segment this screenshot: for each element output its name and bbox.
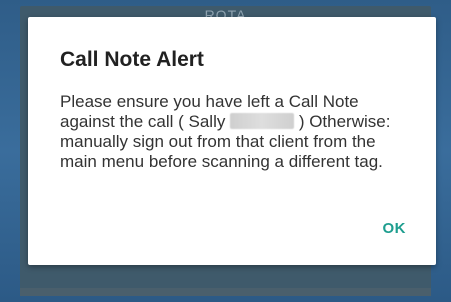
ok-button[interactable]: OK	[377, 216, 413, 241]
redacted-name	[230, 113, 295, 129]
dialog-message: Please ensure you have left a Call Note …	[60, 92, 416, 172]
alert-dialog: Call Note Alert Please ensure you have l…	[28, 17, 436, 265]
backdrop-bottom-strip	[20, 288, 431, 296]
dialog-title: Call Note Alert	[60, 48, 204, 71]
screenshot-frame: ROTA Call Note Alert Please ensure you h…	[0, 0, 451, 302]
